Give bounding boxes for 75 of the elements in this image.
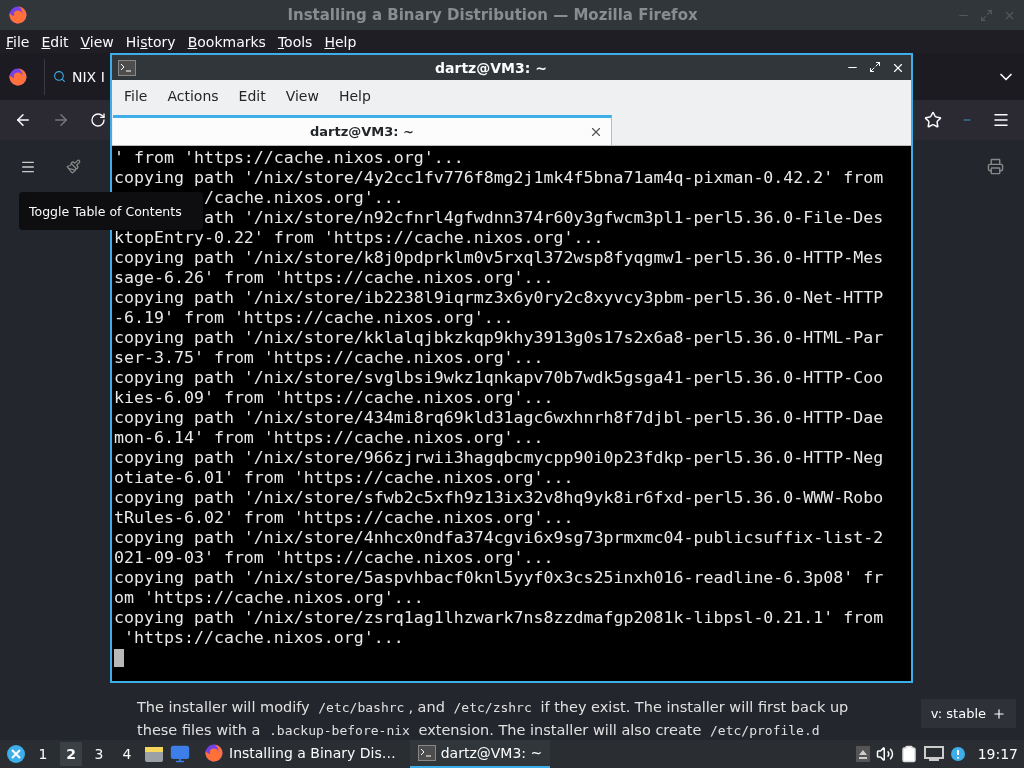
folder-icon[interactable] [144, 745, 164, 763]
workspace-button[interactable]: 1 [32, 742, 54, 766]
print-icon[interactable] [987, 158, 1004, 175]
menu-icon[interactable] [992, 111, 1010, 129]
eject-icon[interactable] [855, 746, 870, 762]
terminal-line: copying path '/nix/store/ib2238l9iqrmz3x6y0ry2c8xyvcy3pbm-perl5.36.0-Net-HTTP [114, 288, 884, 307]
terminal-line: copying path '/nix/store/4nhcx0ndfa374cgvi6x9sg73prmxmc04-publicsuffix-list-2 [114, 528, 884, 547]
menu-item[interactable]: Bookmarks [183, 33, 270, 50]
firefox-logo-icon [8, 5, 28, 25]
menu-item[interactable]: Help [328, 88, 381, 104]
text-cursor [114, 649, 124, 667]
terminal-line: 021-09-03' from 'https://cache.nixos.org'... [114, 548, 554, 567]
terminal-line: otiate-6.01' from 'https://cache.nixos.org'... [114, 468, 574, 487]
maximize-icon[interactable] [869, 60, 881, 73]
window-title: Installing a Binary Distribution — Mozilla Firefox [286, 6, 699, 24]
search-icon [53, 70, 66, 83]
terminal-line: -6.19' from 'https://cache.nixos.org'... [114, 308, 514, 327]
terminal-line: sage-6.26' from 'https://cache.nixos.org'... [114, 268, 554, 287]
terminal-line: tRules-6.02' from 'https://cache.nixos.org'... [114, 508, 574, 527]
clock: 19:17 [977, 746, 1018, 762]
back-icon[interactable] [14, 111, 32, 129]
desktop-icon[interactable] [170, 744, 190, 764]
browser-tab[interactable]: NIX I [72, 68, 105, 85]
terminal-line: ser-3.75' from 'https://cache.nixos.org'... [114, 348, 544, 367]
menu-item[interactable]: History [121, 33, 180, 50]
terminal-line: copying path '/nix/store/4y2cc1fv776f8mg2j1mk4f5bna71am4q-pixman-0.42.2' from [114, 168, 884, 187]
terminal-line: copying path '/nix/store/434mi8rq69kld31agc6wxhnrh8f7djbl-perl5.36.0-HTTP-Dae [114, 408, 884, 427]
terminal-icon [417, 745, 436, 761]
menu-item[interactable]: Edit [228, 88, 276, 104]
menu-item[interactable]: Edit [37, 33, 73, 50]
menu-item[interactable]: View [76, 33, 118, 50]
menu-item[interactable]: File [2, 33, 34, 50]
clipboard-icon[interactable] [899, 745, 918, 763]
bookmark-star-icon[interactable] [924, 111, 942, 129]
terminal-line: mon-6.14' from 'https://cache.nixos.org'... [114, 428, 544, 447]
terminal-line: kies-6.09' from 'https://cache.nixos.org'... [114, 388, 554, 407]
terminal-line: copying path '/nix/store/svglbsi9wkz1qnkapv70b7wdk5gsga41-perl5.36.0-HTTP-Coo [114, 368, 884, 387]
forward-icon[interactable] [52, 111, 70, 129]
terminal-icon [118, 59, 136, 76]
paragraph-line: The installer will modify /etc/bashrc , and /etc/zshrc if they exist. The installer will first back up [137, 698, 849, 717]
workspace-button[interactable]: 3 [88, 742, 110, 766]
terminal-line: ath '/nix/store/n92cfnrl4gfwdnn374r60y3gfwcm3pl1-perl5.36.0-File-Des [203, 208, 884, 227]
terminal-line: ktopEntry-0.22' from 'https://cache.nixos.org'... [114, 228, 604, 247]
firefox-logo-icon [204, 743, 224, 763]
menu-item[interactable]: File [114, 88, 158, 104]
workspace-button[interactable]: 2 [60, 742, 82, 766]
terminal-line: copying path '/nix/store/zsrq1ag1lhzwark7ns8zzdmafgp2081k-libpsl-0.21.1' from [114, 608, 884, 627]
tooltip: Toggle Table of Contents [19, 192, 203, 230]
menu-item[interactable]: Actions [157, 88, 229, 104]
notification-icon[interactable] [949, 746, 966, 762]
network-icon[interactable] [923, 746, 944, 762]
terminal-line: copying path '/nix/store/k8j0pdprklm0v5rxql372wsp8fyqgmw1-perl5.36.0-HTTP-Mes [114, 248, 884, 267]
terminal-line: copying path '/nix/store/sfwb2c5xfh9z13ix32v8hq9yk8ir6fxd-perl5.36.0-WWW-Robo [114, 488, 884, 507]
paragraph-line: these files with a .backup-before-nix extension. The installer will also create /etc/profile.d [137, 721, 821, 740]
terminal-tab[interactable]: dartz@VM3: ~ [113, 115, 612, 145]
taskbar-button[interactable]: dartz@VM3: ~ [409, 740, 551, 768]
workspace-button[interactable]: 4 [116, 742, 138, 766]
reload-icon[interactable] [90, 112, 106, 128]
brush-icon[interactable] [66, 159, 81, 174]
terminal-line: copying path '/nix/store/kklalqjbkzkqp9khy3913g0s17s2x6a8-perl5.36.0-HTML-Par [114, 328, 884, 347]
menu-item[interactable]: Tools [273, 33, 317, 50]
taskbar-button[interactable]: Installing a Binary Dis… [196, 740, 404, 768]
version-badge[interactable]: v: stable [920, 699, 1016, 728]
terminal-line: /cache.nixos.org'... [203, 188, 404, 207]
window-title: dartz@VM3: ~ [434, 59, 548, 76]
terminal-line: copying path '/nix/store/966zjrwii3hagqbcmycpp90i0p23fdkp-perl5.36.0-HTTP-Neg [114, 448, 884, 467]
terminal-line: 'https://cache.nixos.org'... [124, 628, 404, 647]
firefox-view-icon[interactable] [8, 66, 28, 87]
start-menu-icon[interactable] [6, 744, 26, 764]
menu-item[interactable]: View [275, 88, 329, 104]
terminal-line: ' from 'https://cache.nixos.org'... [114, 148, 464, 167]
menu-item[interactable]: Help [320, 33, 361, 50]
terminal-line: om 'https://cache.nixos.org'... [114, 588, 424, 607]
volume-icon[interactable] [875, 745, 894, 763]
terminal-line: copying path '/nix/store/5aspvhbacf0knl5yyf0x3cs25inxh016-readline-6.3p08' fr [114, 568, 884, 587]
